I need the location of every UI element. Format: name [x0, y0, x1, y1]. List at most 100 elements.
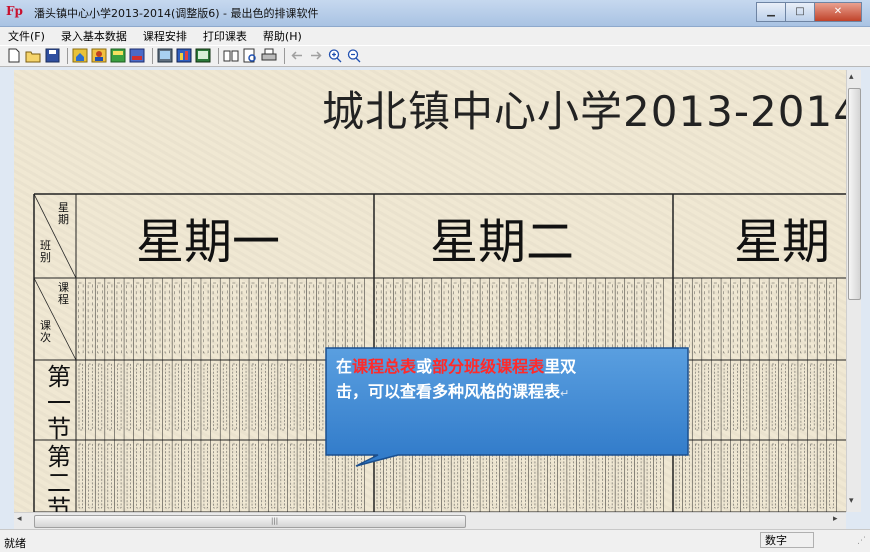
lesson-cell[interactable]: [117, 443, 122, 509]
lesson-cell[interactable]: [165, 443, 170, 509]
lesson-cell[interactable]: [319, 443, 324, 509]
lesson-cell[interactable]: [819, 363, 825, 431]
lesson-cell[interactable]: [829, 443, 834, 509]
lesson-cell[interactable]: [492, 443, 497, 509]
menu-print[interactable]: 打印课表: [195, 28, 255, 44]
lesson-cell[interactable]: [723, 443, 728, 509]
lesson-cell[interactable]: [97, 363, 103, 431]
scroll-left-arrow-icon[interactable]: ◂: [17, 514, 22, 524]
save-icon[interactable]: [44, 48, 60, 64]
lesson-cell[interactable]: [723, 363, 728, 431]
zoom-out-icon[interactable]: [346, 48, 362, 64]
preview-icon[interactable]: [242, 48, 258, 64]
lesson-cell[interactable]: [126, 363, 131, 431]
lesson-cell[interactable]: [155, 363, 160, 431]
lesson-cell[interactable]: [280, 443, 285, 509]
lesson-cell[interactable]: [242, 443, 247, 509]
print-icon[interactable]: [261, 48, 277, 64]
lesson-cell[interactable]: [88, 363, 93, 431]
lesson-cell[interactable]: [290, 443, 295, 509]
lesson-cell[interactable]: [617, 443, 623, 509]
lesson-cell[interactable]: [444, 443, 449, 509]
lesson-cell[interactable]: [714, 443, 719, 509]
maximize-button[interactable]: □: [785, 2, 815, 22]
open-folder-icon[interactable]: [25, 48, 41, 64]
lesson-cell[interactable]: [810, 443, 815, 509]
lesson-cell[interactable]: [78, 443, 83, 509]
lesson-cell[interactable]: [146, 363, 151, 431]
lesson-cell[interactable]: [222, 443, 228, 509]
lesson-cell[interactable]: [752, 363, 757, 431]
lesson-cell[interactable]: [704, 443, 709, 509]
lesson-cell[interactable]: [482, 443, 487, 509]
menu-basic-data[interactable]: 录入基本数据: [53, 28, 135, 44]
lesson-cell[interactable]: [415, 443, 420, 509]
lesson-cell[interactable]: [800, 443, 805, 509]
lesson-cell[interactable]: [762, 363, 767, 431]
lesson-cell[interactable]: [319, 363, 324, 431]
lesson-cell[interactable]: [261, 443, 266, 509]
lesson-cell[interactable]: [675, 443, 680, 509]
lesson-cell[interactable]: [328, 363, 333, 431]
lesson-cell[interactable]: [511, 443, 516, 509]
lesson-cell[interactable]: [203, 363, 208, 431]
lesson-cell[interactable]: [213, 443, 218, 509]
room-icon[interactable]: [129, 48, 145, 64]
lesson-cell[interactable]: [136, 443, 141, 509]
lesson-cell[interactable]: [184, 443, 189, 509]
lesson-cell[interactable]: [656, 443, 661, 509]
lesson-cell[interactable]: [251, 443, 256, 509]
lesson-cell[interactable]: [386, 443, 391, 509]
lesson-cell[interactable]: [569, 443, 574, 509]
resize-grip-icon[interactable]: ⋰: [857, 536, 866, 546]
lesson-cell[interactable]: [146, 443, 151, 509]
schedule-icon[interactable]: [157, 48, 173, 64]
scroll-right-arrow-icon[interactable]: ▸: [833, 514, 838, 524]
lesson-cell[interactable]: [396, 443, 401, 509]
class-icon[interactable]: [110, 48, 126, 64]
lesson-cell[interactable]: [184, 363, 189, 431]
scroll-down-arrow-icon[interactable]: ▾: [849, 496, 854, 506]
lesson-cell[interactable]: [791, 363, 796, 431]
lesson-cell[interactable]: [357, 443, 362, 509]
menu-course-arrange[interactable]: 课程安排: [135, 28, 195, 44]
table-icon[interactable]: [195, 48, 211, 64]
lesson-cell[interactable]: [560, 443, 565, 509]
lesson-cell[interactable]: [126, 443, 131, 509]
teacher-icon[interactable]: [91, 48, 107, 64]
lesson-cell[interactable]: [752, 443, 757, 509]
lesson-cell[interactable]: [800, 363, 805, 431]
lesson-cell[interactable]: [733, 363, 738, 431]
lesson-cell[interactable]: [781, 443, 786, 509]
lesson-cell[interactable]: [550, 443, 555, 509]
lesson-cell[interactable]: [771, 363, 776, 431]
schedule-canvas[interactable]: 城北镇中心小学2013-2014学 星 期 班 别 课 程 课 次 星期一 星期…: [14, 70, 846, 512]
lesson-cell[interactable]: [107, 443, 112, 509]
lesson-cell[interactable]: [347, 443, 353, 509]
lesson-cell[interactable]: [714, 363, 719, 431]
lesson-cell[interactable]: [540, 443, 545, 509]
lesson-cell[interactable]: [117, 363, 122, 431]
book-icon[interactable]: [223, 48, 239, 64]
minimize-button[interactable]: ▁: [756, 2, 786, 22]
lesson-cell[interactable]: [251, 363, 256, 431]
lesson-cell[interactable]: [810, 363, 815, 431]
lesson-cell[interactable]: [271, 363, 276, 431]
lesson-cell[interactable]: [309, 443, 314, 509]
lesson-cell[interactable]: [222, 363, 228, 431]
lesson-cell[interactable]: [646, 443, 651, 509]
home-icon[interactable]: [72, 48, 88, 64]
lesson-cell[interactable]: [242, 363, 247, 431]
scroll-up-arrow-icon[interactable]: ▴: [849, 72, 854, 82]
lesson-cell[interactable]: [733, 443, 738, 509]
lesson-cell[interactable]: [194, 363, 199, 431]
lesson-cell[interactable]: [78, 363, 83, 431]
lesson-cell[interactable]: [627, 443, 632, 509]
lesson-cell[interactable]: [309, 363, 314, 431]
lesson-cell[interactable]: [338, 443, 343, 509]
menu-help[interactable]: 帮助(H): [255, 28, 310, 44]
lesson-cell[interactable]: [165, 363, 170, 431]
horizontal-scrollbar[interactable]: ◂ ||| ▸: [14, 512, 846, 529]
lesson-cell[interactable]: [88, 443, 93, 509]
vertical-scroll-thumb[interactable]: [848, 88, 861, 300]
